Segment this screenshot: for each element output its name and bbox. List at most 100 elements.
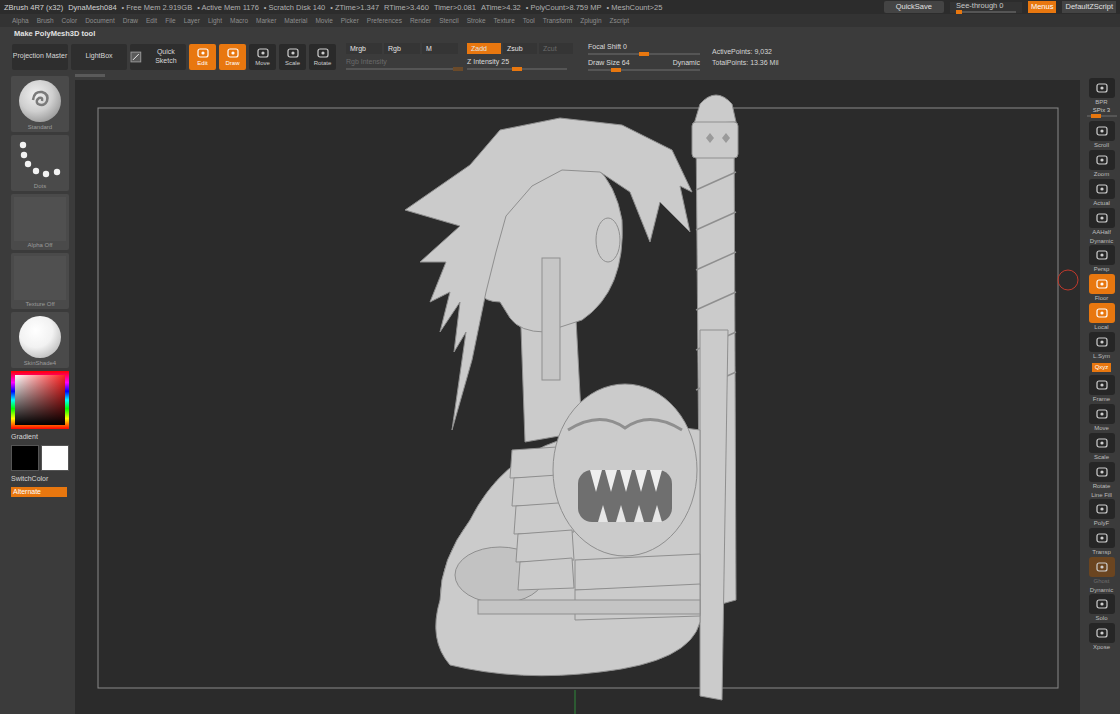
menu-item[interactable]: Material xyxy=(284,17,307,24)
gradient-label[interactable]: Gradient xyxy=(11,432,72,442)
stat-text: • ZTime>1.347 xyxy=(330,3,379,12)
move-button[interactable]: Move xyxy=(1089,404,1115,432)
see-through-slider[interactable]: See-through 0 xyxy=(950,2,1022,13)
scale-mode-button[interactable]: Scale xyxy=(279,44,306,70)
zbrush-window: ZBrush 4R7 (x32)DynaMesh084• Free Mem 2.… xyxy=(0,0,1120,714)
quick-sketch-button[interactable]: Quick Sketch xyxy=(130,44,186,70)
dots-stroke-icon xyxy=(15,139,65,181)
zscript-button[interactable]: DefaultZScript xyxy=(1062,1,1116,13)
menu-item[interactable]: Layer xyxy=(184,17,200,24)
secondary-color-swatch[interactable] xyxy=(41,445,69,471)
switch-color-button[interactable]: SwitchColor xyxy=(11,474,72,484)
draw-size-slider[interactable]: Draw Size 64Dynamic xyxy=(588,58,700,71)
menu-item[interactable]: Edit xyxy=(146,17,157,24)
app-title: ZBrush 4R7 (x32) xyxy=(4,3,63,12)
focal-shift-slider[interactable]: Focal Shift 0 xyxy=(588,42,700,55)
edit-icon xyxy=(196,47,210,59)
xpose-button[interactable]: Xpose xyxy=(1089,623,1115,651)
lightbox-button[interactable]: LightBox xyxy=(71,44,127,70)
menu-item[interactable]: Preferences xyxy=(367,17,402,24)
zcut-button[interactable]: Zcut xyxy=(539,43,573,54)
ghost-button[interactable]: Ghost xyxy=(1089,557,1115,585)
actual-button[interactable]: Actual xyxy=(1089,179,1115,207)
floor-button[interactable]: Floor xyxy=(1089,274,1115,302)
menu-item[interactable]: Render xyxy=(410,17,431,24)
menu-item[interactable]: Macro xyxy=(230,17,248,24)
local-icon xyxy=(1095,307,1109,319)
rotate-mode-button[interactable]: Rotate xyxy=(309,44,336,70)
menu-item[interactable]: Zscript xyxy=(610,17,630,24)
canvas[interactable] xyxy=(75,80,1080,714)
draw-mode-button[interactable]: Draw xyxy=(219,44,246,70)
zoom-icon xyxy=(1095,154,1109,166)
alternate-button[interactable]: Alternate xyxy=(11,487,67,497)
document-name: DynaMesh084 xyxy=(68,3,116,12)
menu-item[interactable]: Texture xyxy=(494,17,515,24)
menu-item[interactable]: Movie xyxy=(315,17,332,24)
local-button[interactable]: Local xyxy=(1089,303,1115,331)
alpha-off-tile[interactable]: Alpha Off xyxy=(11,194,69,250)
shelf-handle[interactable] xyxy=(75,74,105,77)
dots-tile[interactable]: Dots xyxy=(11,135,69,191)
menu-item[interactable]: Brush xyxy=(37,17,54,24)
rgb-intensity-slider[interactable]: Rgb Intensity xyxy=(346,57,458,70)
stat-text: • PolyCount>8.759 MP xyxy=(526,3,602,12)
menu-item[interactable]: File xyxy=(165,17,175,24)
sculpture-model[interactable] xyxy=(405,95,738,700)
menu-item[interactable]: Color xyxy=(62,17,78,24)
transp-button[interactable]: Transp xyxy=(1089,528,1115,556)
rotate-button[interactable]: Rotate xyxy=(1089,462,1115,490)
zoom-button[interactable]: Zoom xyxy=(1089,150,1115,178)
standard-tile[interactable]: Standard xyxy=(11,76,69,132)
rgb-button[interactable]: Rgb xyxy=(384,43,420,54)
menu-item[interactable]: Transform xyxy=(543,17,572,24)
ghost-icon xyxy=(1095,561,1109,573)
depth-mode-group: ZaddZsubZcut Z Intensity 25 xyxy=(464,43,576,70)
z-intensity-slider[interactable]: Z Intensity 25 xyxy=(467,57,567,70)
bpr-icon xyxy=(1095,82,1109,94)
l-sym-button[interactable]: L.Sym xyxy=(1089,332,1115,360)
mrgb-button[interactable]: Mrgb xyxy=(346,43,382,54)
move-icon xyxy=(256,47,270,59)
draw-icon xyxy=(226,47,240,59)
qxyz-toggle[interactable]: Qxyz xyxy=(1092,363,1112,372)
menu-item[interactable]: Tool xyxy=(523,17,535,24)
spix-slider[interactable]: SPix 3 xyxy=(1087,107,1117,117)
bpr-button[interactable]: BPR xyxy=(1089,78,1115,106)
color-picker[interactable] xyxy=(11,371,69,429)
stat-text: Timer>0.081 xyxy=(434,3,476,12)
zadd-button[interactable]: Zadd xyxy=(467,43,501,54)
quicksave-button[interactable]: QuickSave xyxy=(884,1,944,13)
texture-off-tile[interactable]: Texture Off xyxy=(11,253,69,309)
polyf-button[interactable]: Line FillPolyF xyxy=(1089,491,1115,527)
transp-icon xyxy=(1095,532,1109,544)
menu-item[interactable]: Light xyxy=(208,17,222,24)
document-frame xyxy=(98,108,1058,688)
menu-bar: Alpha Brush Color Document Draw Edit File Layer… xyxy=(0,14,1120,27)
menu-item[interactable]: Picker xyxy=(341,17,359,24)
menu-item[interactable]: Draw xyxy=(123,17,138,24)
menu-item[interactable]: Alpha xyxy=(12,17,29,24)
menu-item[interactable]: Document xyxy=(85,17,115,24)
menu-item[interactable]: Marker xyxy=(256,17,276,24)
projection-master-button[interactable]: Projection Master xyxy=(12,44,68,70)
move-icon xyxy=(1095,408,1109,420)
skinshade4-tile[interactable]: SkinShade4 xyxy=(11,312,69,368)
scroll-button[interactable]: Scroll xyxy=(1089,121,1115,149)
points-info: ActivePoints: 9,032TotalPoints: 13.36 Mi… xyxy=(712,48,779,66)
menu-item[interactable]: Stroke xyxy=(467,17,486,24)
menu-item[interactable]: Zplugin xyxy=(580,17,601,24)
edit-mode-button[interactable]: Edit xyxy=(189,44,216,70)
main-color-swatch[interactable] xyxy=(11,445,39,471)
scale-button[interactable]: Scale xyxy=(1089,433,1115,461)
aahalf-button[interactable]: AAHalf xyxy=(1089,208,1115,236)
menu-item[interactable]: Stencil xyxy=(439,17,459,24)
solo-button[interactable]: DynamicSolo xyxy=(1089,586,1115,622)
standard-brush-icon xyxy=(19,80,61,122)
frame-button[interactable]: Frame xyxy=(1089,375,1115,403)
menus-button[interactable]: Menus xyxy=(1028,1,1057,13)
zsub-button[interactable]: Zsub xyxy=(503,43,537,54)
move-mode-button[interactable]: Move xyxy=(249,44,276,70)
m-button[interactable]: M xyxy=(422,43,458,54)
persp-button[interactable]: DynamicPersp xyxy=(1089,237,1115,273)
